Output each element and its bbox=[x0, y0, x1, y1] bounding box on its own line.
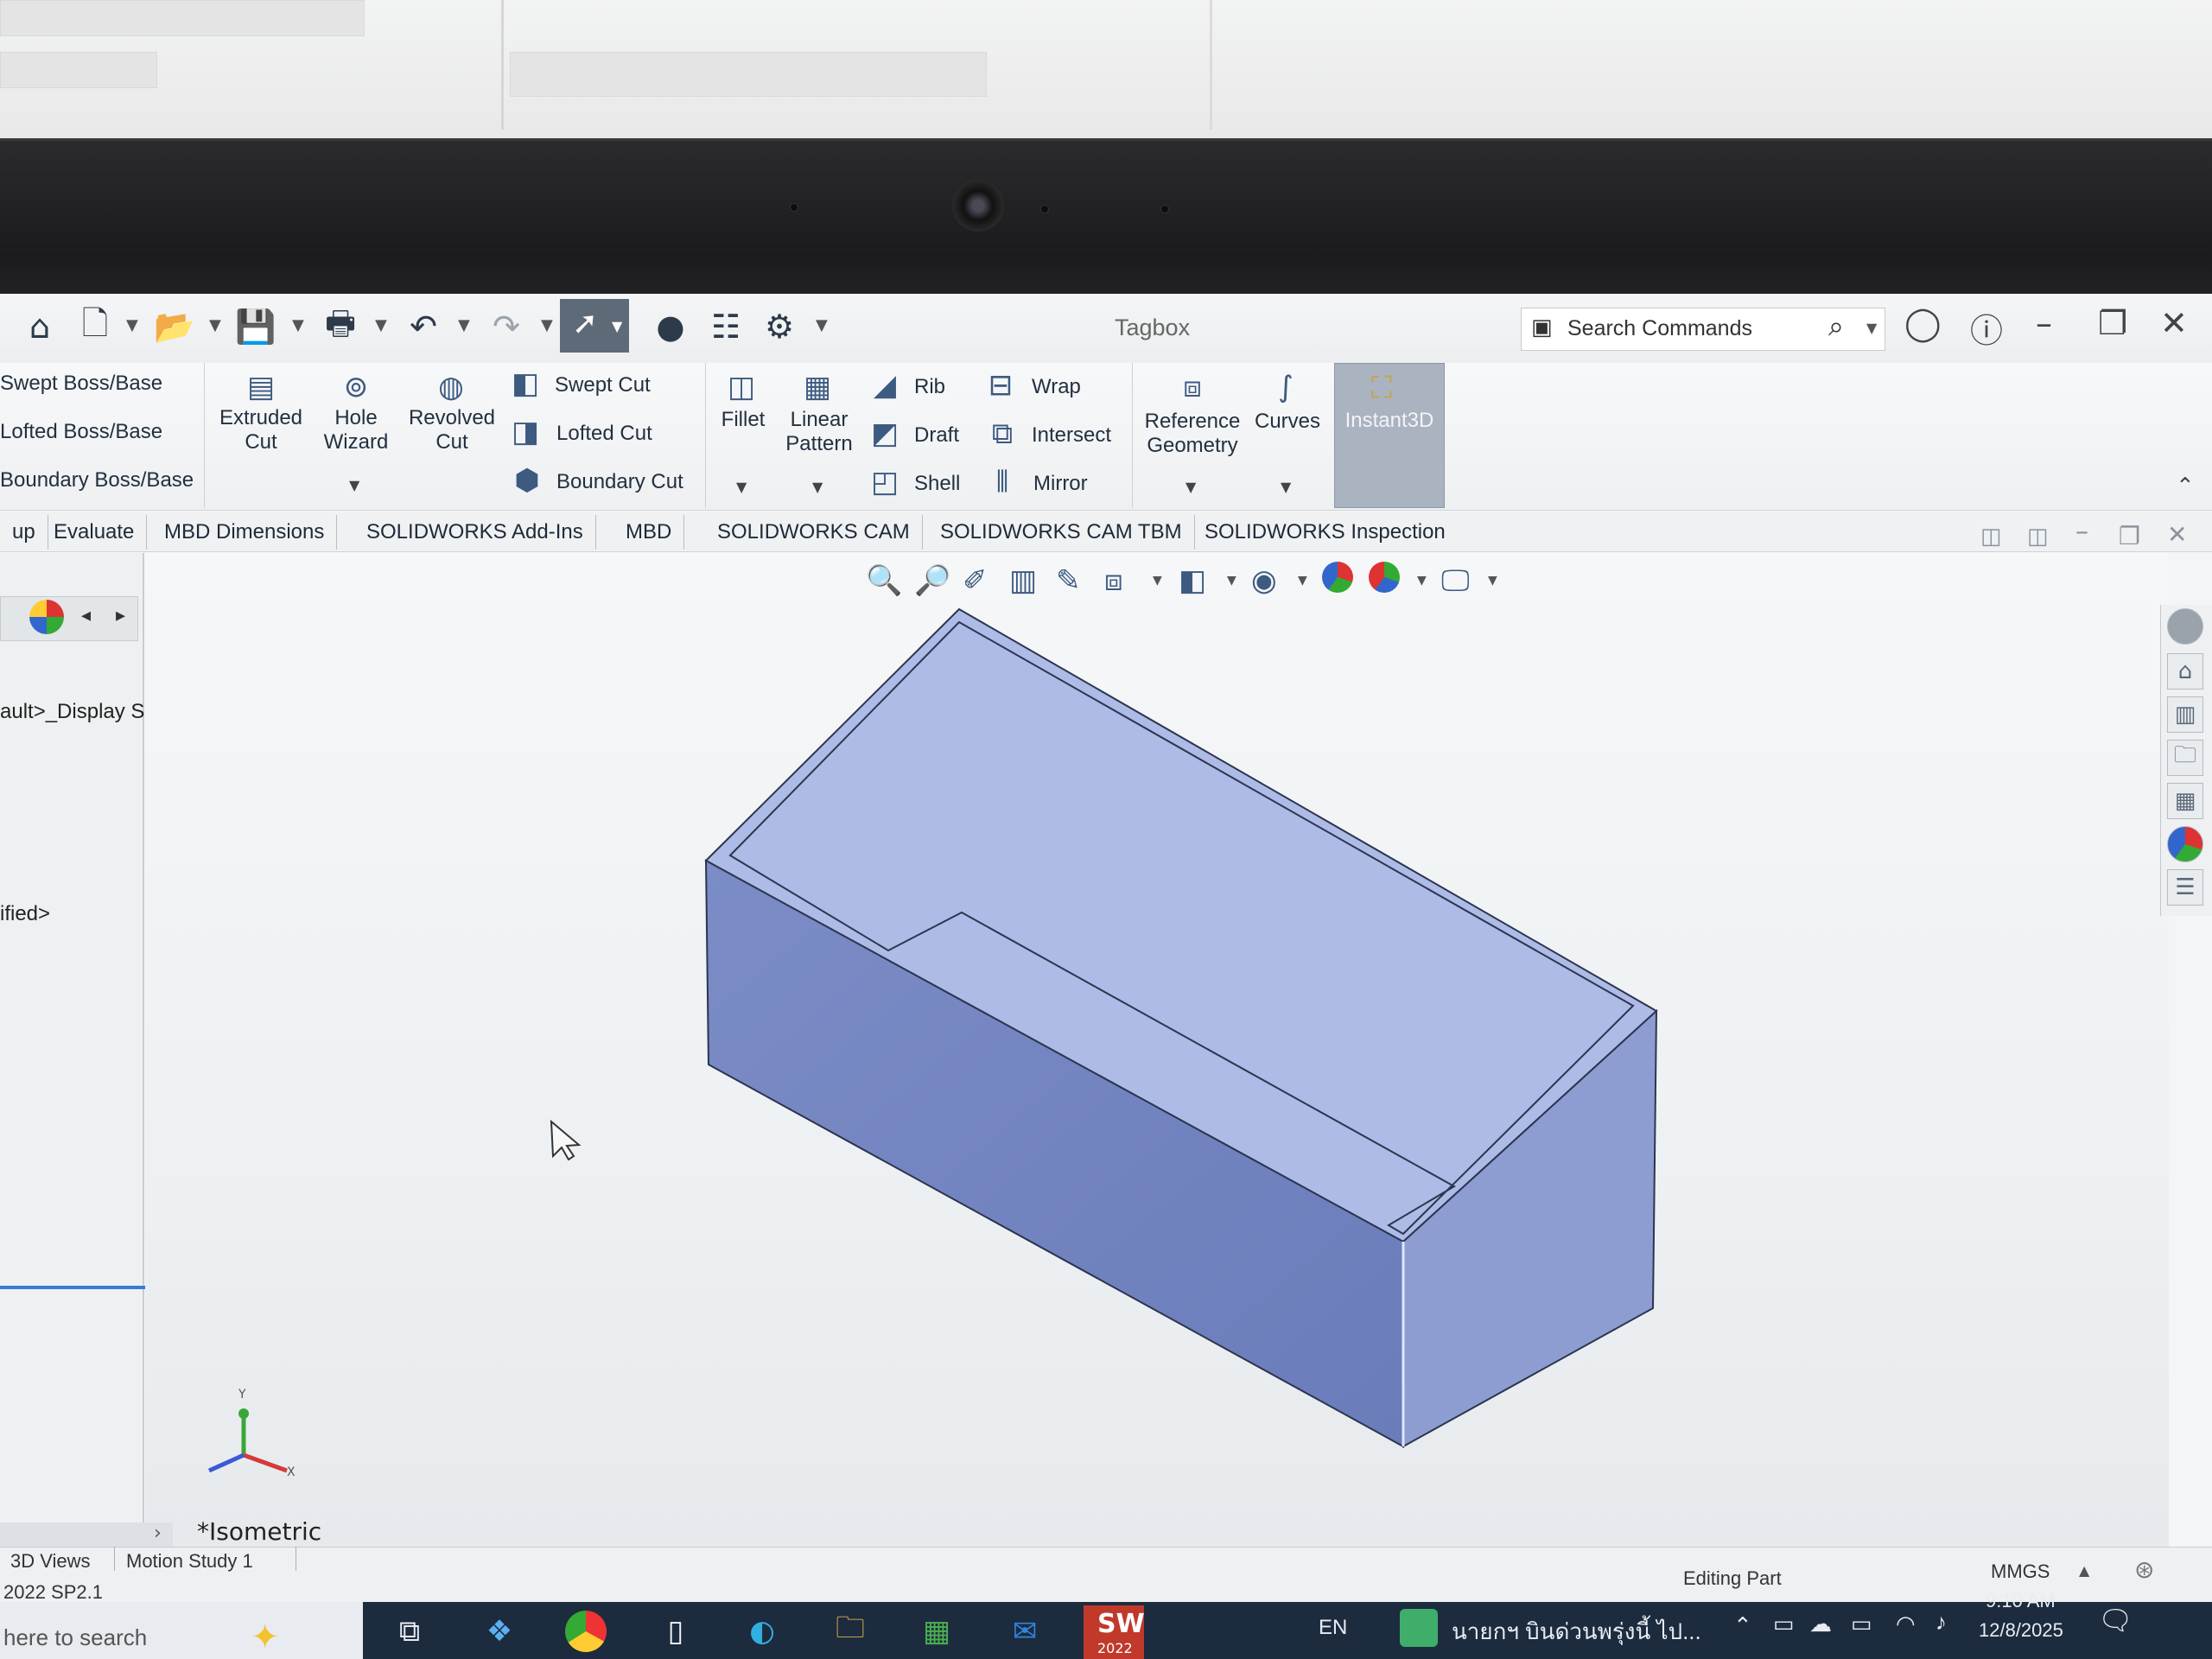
file-explorer-icon[interactable]: 🗀 bbox=[828, 1609, 873, 1654]
outlook-icon[interactable]: ✉ bbox=[1002, 1609, 1047, 1654]
file-explorer-icon[interactable]: 🗀 bbox=[2167, 740, 2203, 776]
editing-status: Editing Part bbox=[1683, 1567, 1782, 1589]
triad-x-label: X bbox=[287, 1465, 296, 1479]
triad-y-label: Y bbox=[238, 1388, 246, 1402]
appearances-icon[interactable] bbox=[2167, 826, 2203, 862]
panel-scroll[interactable] bbox=[0, 1522, 173, 1547]
solidworks-resources-icon[interactable] bbox=[2167, 608, 2203, 645]
clock-time[interactable]: 9:10 AM bbox=[1986, 1590, 2056, 1612]
volume-icon[interactable]: ♪ bbox=[1936, 1609, 1947, 1636]
design-library-icon[interactable]: ▥ bbox=[2167, 696, 2203, 733]
mouse-cursor-icon bbox=[550, 1119, 582, 1161]
rebuild-icon[interactable]: ⊛ bbox=[2134, 1555, 2154, 1584]
news-widget-icon[interactable] bbox=[1400, 1609, 1438, 1647]
version-label: 2022 SP2.1 bbox=[3, 1581, 103, 1603]
chrome-icon[interactable] bbox=[565, 1611, 607, 1652]
language-indicator[interactable]: EN bbox=[1319, 1616, 1347, 1640]
solidworks-version-badge: 2022 bbox=[1097, 1640, 1133, 1656]
solidworks-icon: SW bbox=[1097, 1609, 1145, 1639]
chevron-up-icon[interactable]: ▲ bbox=[2079, 1562, 2089, 1579]
view-palette-icon[interactable]: ▦ bbox=[2167, 783, 2203, 819]
taskbar-search-placeholder: here to search bbox=[3, 1624, 148, 1650]
home-icon[interactable]: ⌂ bbox=[2167, 653, 2203, 690]
view-orientation-label: *Isometric bbox=[197, 1517, 322, 1546]
chevron-right-icon[interactable]: › bbox=[154, 1522, 162, 1544]
clock-date[interactable]: 12/8/2025 bbox=[1979, 1619, 2063, 1642]
status-bar bbox=[0, 1547, 2212, 1603]
custom-properties-icon[interactable]: ☰ bbox=[2167, 869, 2203, 906]
battery-icon[interactable]: ▭ bbox=[1851, 1611, 1872, 1637]
solidworks-taskbar-button[interactable]: SW 2022 bbox=[1084, 1605, 1145, 1659]
edge-icon[interactable]: ◐ bbox=[740, 1609, 785, 1654]
tab-3d-views[interactable]: 3D Views bbox=[10, 1550, 91, 1573]
notification-center-icon[interactable]: 🗨 bbox=[2098, 1604, 2133, 1637]
file-icon[interactable]: ▯ bbox=[653, 1609, 698, 1654]
copilot-icon[interactable]: ❖ bbox=[477, 1609, 522, 1654]
onedrive-icon[interactable]: ☁ bbox=[1809, 1611, 1832, 1637]
news-headline[interactable]: นายกฯ บินด่วนพรุ่งนี้ ไป... bbox=[1452, 1614, 1701, 1649]
chevron-up-icon[interactable]: ⌃ bbox=[1733, 1612, 1752, 1639]
part-model[interactable] bbox=[0, 0, 2212, 1659]
task-view-icon[interactable]: ⧉ bbox=[387, 1609, 432, 1654]
units-selector[interactable]: MMGS bbox=[1991, 1560, 2050, 1583]
store-icon[interactable]: ▦ bbox=[914, 1609, 959, 1654]
sparkle-icon: ✦ bbox=[251, 1618, 280, 1657]
meet-icon[interactable]: ▭ bbox=[1773, 1611, 1795, 1637]
wifi-icon[interactable]: ◠ bbox=[1896, 1611, 1916, 1637]
tab-motion-study[interactable]: Motion Study 1 bbox=[126, 1550, 253, 1573]
tab-divider bbox=[114, 1547, 115, 1571]
